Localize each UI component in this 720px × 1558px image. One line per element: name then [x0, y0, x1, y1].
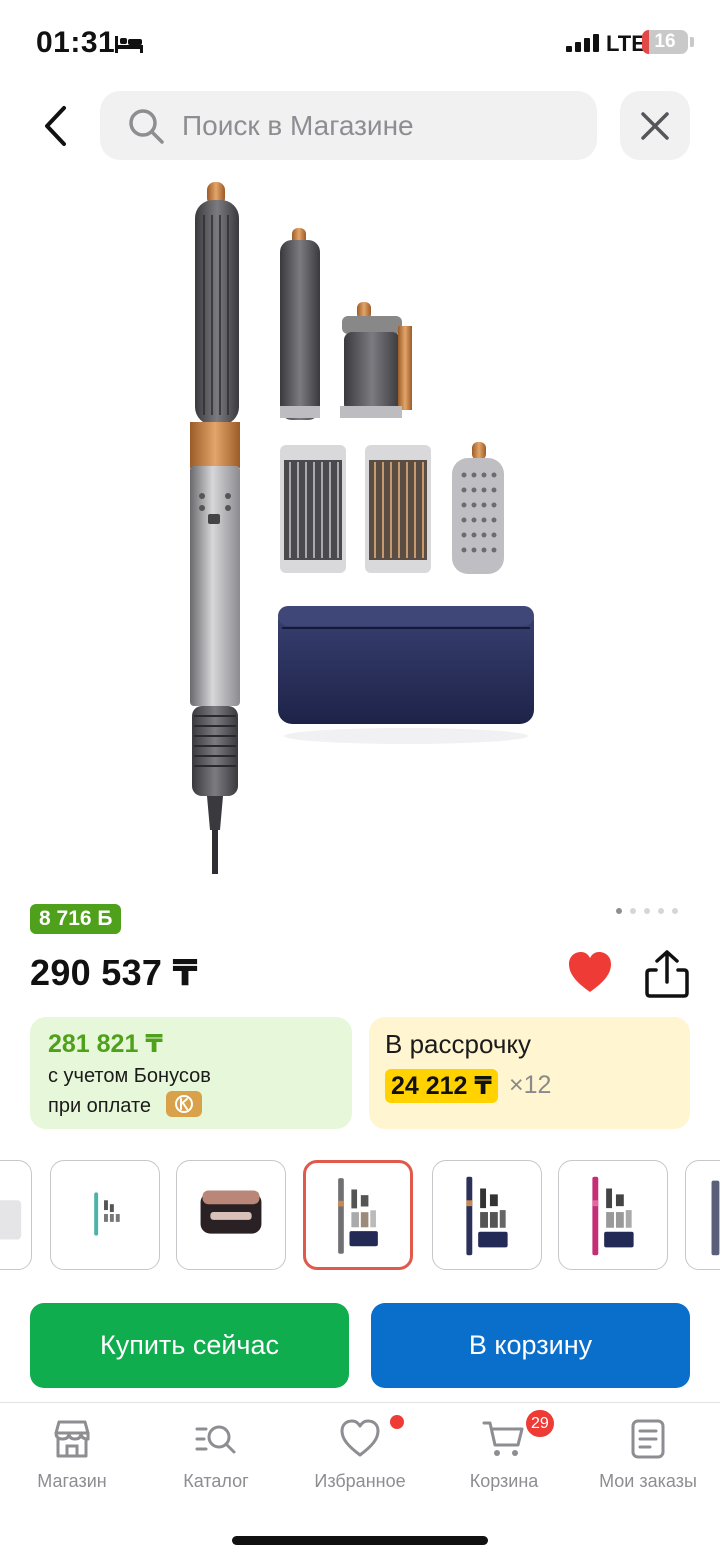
pager-dot — [616, 908, 622, 914]
buy-now-button[interactable]: Купить сейчас — [30, 1303, 349, 1388]
cart-icon — [482, 1421, 524, 1456]
close-button[interactable] — [620, 91, 690, 160]
orders-icon — [631, 1419, 665, 1459]
payment-caption: при оплате — [48, 1095, 152, 1117]
pager-dot — [672, 908, 678, 914]
tab-store-label: Магазин — [37, 1471, 107, 1491]
heart-filled-icon — [569, 952, 611, 992]
share-button[interactable] — [640, 948, 694, 1000]
store-icon — [54, 1420, 90, 1458]
bonus-price-card[interactable]: 281 821 ₸ с учетом Бонусов при оплате — [30, 1017, 352, 1129]
status-bar: 01:31 LTE 16 — [0, 0, 720, 86]
tab-favorites-label: Избранное — [314, 1471, 406, 1491]
installment-amount: 24 212 ₸ — [385, 1069, 498, 1103]
cart-count-badge: 29 — [526, 1410, 554, 1437]
gallery-pager — [616, 906, 686, 916]
share-icon — [645, 950, 689, 998]
home-indicator — [232, 1536, 488, 1545]
variant-thumbnail[interactable] — [50, 1160, 160, 1270]
installment-card[interactable]: В рассрочку 24 212 ₸ ×12 — [369, 1017, 690, 1129]
tab-catalog[interactable]: Каталог — [144, 1403, 288, 1503]
pager-dot — [658, 908, 664, 914]
variant-thumbnail[interactable] — [176, 1160, 286, 1270]
tab-favorites[interactable]: Избранное — [288, 1403, 432, 1503]
installment-multiplier: ×12 — [509, 1071, 552, 1099]
battery-level: 16 — [654, 31, 676, 52]
chevron-left-icon — [45, 106, 66, 146]
product-image[interactable] — [150, 170, 570, 880]
payment-logo-icon — [166, 1091, 202, 1117]
heart-outline-icon — [340, 1419, 380, 1457]
variant-thumbnail[interactable] — [558, 1160, 668, 1270]
favorite-button[interactable] — [566, 950, 614, 996]
tab-cart[interactable]: Корзина — [432, 1403, 576, 1503]
bonus-caption: с учетом Бонусов — [48, 1065, 211, 1087]
variant-thumbnail-selected[interactable] — [303, 1160, 413, 1270]
catalog-search-icon — [195, 1425, 236, 1454]
tab-catalog-label: Каталог — [183, 1471, 249, 1491]
variant-thumbnails[interactable] — [0, 1158, 720, 1274]
tab-cart-label: Корзина — [469, 1471, 539, 1491]
variant-thumbnail[interactable] — [432, 1160, 542, 1270]
close-icon — [641, 111, 669, 140]
bottom-tab-bar: Магазин Каталог Избранное Корзина Мои за… — [0, 1402, 720, 1558]
product-price: 290 537 ₸ — [30, 952, 198, 993]
tab-orders-label: Мои заказы — [599, 1471, 697, 1491]
search-input[interactable]: Поиск в Магазине — [100, 91, 597, 160]
search-placeholder: Поиск в Магазине — [182, 109, 414, 141]
tab-orders[interactable]: Мои заказы — [576, 1403, 720, 1503]
variant-thumbnail[interactable] — [685, 1160, 720, 1270]
variant-thumbnail[interactable] — [0, 1160, 32, 1270]
back-button[interactable] — [32, 100, 80, 152]
bonus-price: 281 821 ₸ — [48, 1030, 163, 1058]
add-to-cart-button[interactable]: В корзину — [371, 1303, 690, 1388]
pager-dot — [630, 908, 636, 914]
favorites-notification-dot — [390, 1415, 404, 1429]
bed-icon — [115, 36, 143, 53]
status-time: 01:31 — [36, 26, 116, 59]
search-icon — [129, 108, 164, 144]
signal-icon — [566, 34, 599, 52]
bonus-badge: 8 716 Б — [30, 904, 122, 934]
battery-icon: 16 — [642, 30, 688, 54]
tab-store[interactable]: Магазин — [0, 1403, 144, 1503]
pager-dot — [644, 908, 650, 914]
battery-tip — [690, 37, 694, 47]
installment-title: В рассрочку — [385, 1029, 532, 1059]
network-type: LTE — [606, 31, 646, 56]
